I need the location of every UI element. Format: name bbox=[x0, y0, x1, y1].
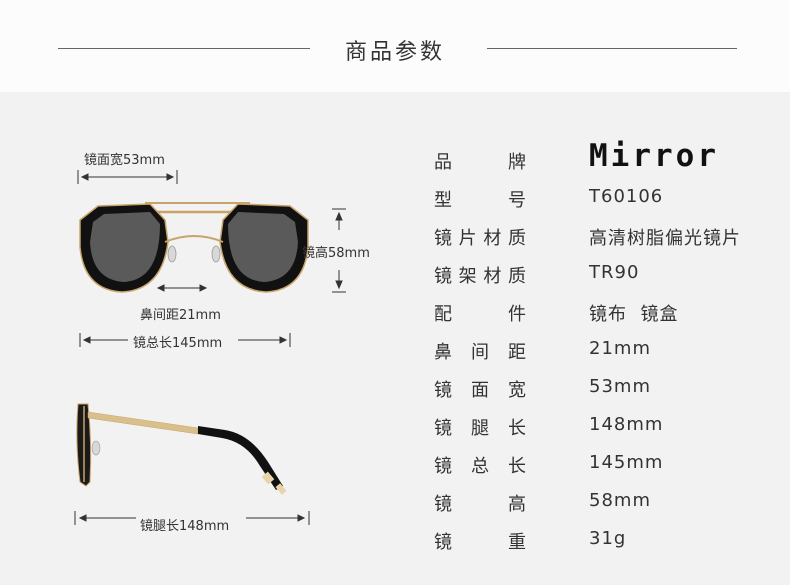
spec-key-char: 型 bbox=[434, 190, 452, 211]
spec-key-char: 质 bbox=[507, 266, 526, 287]
spec-key-char: 镜 bbox=[434, 494, 452, 515]
spec-key-char: 片 bbox=[458, 228, 477, 249]
spec-key: 镜架材质 bbox=[434, 262, 526, 288]
spec-key-char: 镜 bbox=[434, 380, 452, 401]
total-length-label: 镜总长145mm bbox=[133, 336, 223, 351]
spec-key: 镜片材质 bbox=[434, 224, 526, 250]
spec-key-char: 件 bbox=[508, 304, 526, 325]
spec-key-char: 镜 bbox=[434, 228, 452, 249]
spec-key: 镜重 bbox=[434, 528, 526, 554]
spec-key-char: 高 bbox=[508, 494, 526, 515]
product-params-panel: 镜面宽53mm 镜高58mm 鼻间距21mm 镜总长145mm 镜腿长148mm bbox=[0, 92, 790, 585]
spec-key: 镜面宽 bbox=[434, 376, 526, 402]
spec-key-char: 间 bbox=[471, 342, 489, 363]
lens-width-dimension bbox=[77, 170, 178, 184]
spec-value: 镜布 镜盒 bbox=[589, 304, 679, 325]
spec-value: 高清树脂偏光镜片 bbox=[589, 228, 741, 249]
spec-key: 镜总长 bbox=[434, 452, 526, 478]
section-header: 商品参数 bbox=[0, 0, 790, 92]
header-divider-right bbox=[487, 48, 737, 49]
spec-key-char: 长 bbox=[508, 456, 526, 477]
spec-key-char: 镜 bbox=[434, 532, 452, 553]
spec-key-char: 品 bbox=[434, 152, 452, 173]
spec-value: TR90 bbox=[589, 262, 640, 283]
spec-key: 型号 bbox=[434, 186, 526, 212]
spec-key: 配件 bbox=[434, 300, 526, 326]
sunglasses-side bbox=[76, 403, 287, 495]
spec-key-char: 材 bbox=[483, 266, 502, 287]
spec-key: 鼻间距 bbox=[434, 338, 526, 364]
spec-value: 21mm bbox=[589, 338, 651, 359]
spec-key-char: 镜 bbox=[434, 456, 452, 477]
bridge-label: 鼻间距21mm bbox=[140, 308, 221, 323]
spec-key-char: 距 bbox=[508, 342, 526, 363]
section-title: 商品参数 bbox=[344, 40, 445, 65]
spec-key-char: 配 bbox=[434, 304, 452, 325]
spec-key-char: 腿 bbox=[471, 418, 489, 439]
spec-key: 品牌 bbox=[434, 148, 526, 174]
sunglasses-front bbox=[79, 202, 309, 293]
spec-key-char: 架 bbox=[458, 266, 477, 287]
side-view-diagram bbox=[74, 403, 310, 525]
bridge-dimension bbox=[156, 284, 208, 292]
lens-height-label: 镜高58mm bbox=[302, 246, 370, 261]
spec-value: 148mm bbox=[589, 414, 664, 435]
spec-key: 镜腿长 bbox=[434, 414, 526, 440]
spec-key-char: 面 bbox=[471, 380, 489, 401]
spec-table: 品牌 Mirror 型号 T60106 镜片材质 高清树脂偏光镜片 镜架材质 T… bbox=[434, 92, 790, 585]
brand-logo: Mirror bbox=[589, 138, 719, 174]
spec-value: 145mm bbox=[589, 452, 664, 473]
spec-key-char: 鼻 bbox=[434, 342, 452, 363]
spec-key: 镜高 bbox=[434, 490, 526, 516]
spec-key-char: 镜 bbox=[434, 266, 452, 287]
spec-key-char: 质 bbox=[507, 228, 526, 249]
spec-value: T60106 bbox=[589, 186, 664, 207]
temple-length-label: 镜腿长148mm bbox=[140, 519, 230, 534]
spec-value: 53mm bbox=[589, 376, 651, 397]
spec-key-char: 长 bbox=[508, 418, 526, 439]
spec-key-char: 重 bbox=[508, 532, 526, 553]
spec-key-char: 号 bbox=[508, 190, 526, 211]
spec-key-char: 材 bbox=[483, 228, 502, 249]
spec-key-char: 牌 bbox=[508, 152, 526, 173]
spec-value: 31g bbox=[589, 528, 627, 549]
spec-key-char: 镜 bbox=[434, 418, 452, 439]
spec-value: 58mm bbox=[589, 490, 651, 511]
spec-key-char: 总 bbox=[471, 456, 489, 477]
lens-width-label: 镜面宽53mm bbox=[84, 153, 165, 168]
spec-key-char: 宽 bbox=[508, 380, 526, 401]
